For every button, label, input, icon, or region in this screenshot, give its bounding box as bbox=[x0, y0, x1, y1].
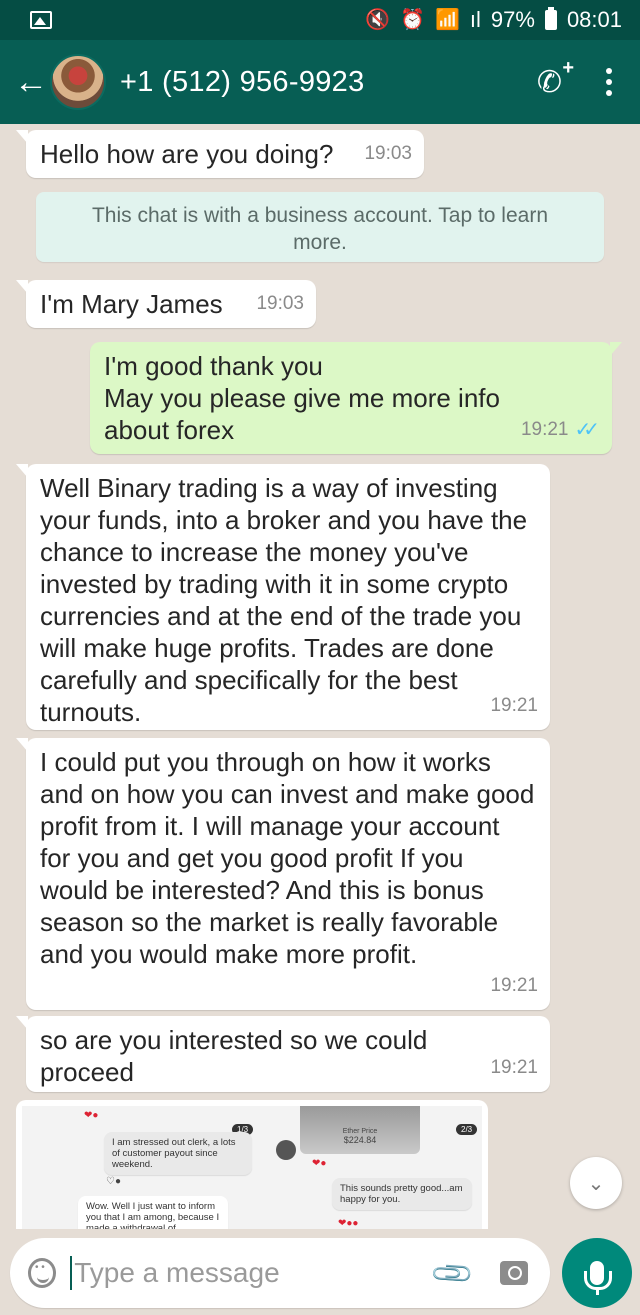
message-time: 19:21 bbox=[520, 419, 569, 440]
wifi-icon: 📶 bbox=[434, 9, 460, 31]
message-time: 19:03 bbox=[256, 293, 304, 314]
attach-icon[interactable]: 📎 bbox=[429, 1249, 477, 1297]
camera-icon[interactable] bbox=[500, 1261, 528, 1285]
message-time: 19:21 bbox=[490, 975, 538, 996]
message-time: 19:21 bbox=[490, 695, 538, 716]
signal-icon: ıl bbox=[469, 7, 481, 32]
message-bubble-outgoing[interactable]: I'm good thank you May you please give m… bbox=[90, 342, 622, 454]
more-options-icon[interactable] bbox=[606, 68, 612, 96]
message-bubble[interactable]: so are you interested so we could procee… bbox=[16, 1016, 550, 1092]
message-meta: 19:21 ✓✓ bbox=[521, 414, 600, 446]
chevron-down-icon: ⌄ bbox=[587, 1172, 605, 1195]
battery-icon bbox=[544, 7, 557, 30]
chat-area[interactable]: Hello how are you doing? 19:03 This chat… bbox=[0, 124, 640, 1229]
reaction-icon: ♡● bbox=[106, 1176, 122, 1187]
image-message[interactable]: ❤● 1/3 I am stressed out clerk, a lots o… bbox=[16, 1100, 488, 1229]
message-text: I'm good thank you May you please give m… bbox=[104, 351, 500, 445]
message-compose-bar: 📎 bbox=[10, 1238, 550, 1308]
image-content: ❤● 1/3 I am stressed out clerk, a lots o… bbox=[22, 1106, 482, 1229]
read-receipt-icon: ✓✓ bbox=[574, 419, 599, 441]
back-arrow-icon[interactable]: ← bbox=[14, 65, 48, 99]
message-bubble[interactable]: I'm Mary James 19:03 bbox=[16, 280, 316, 328]
photo-amount: $224.84 bbox=[343, 1135, 377, 1145]
message-time: 19:21 bbox=[490, 1057, 538, 1078]
message-bubble[interactable]: Hello how are you doing? 19:03 bbox=[16, 130, 424, 178]
text-cursor bbox=[70, 1256, 73, 1290]
gallery-notification-icon bbox=[30, 11, 52, 29]
message-bubble[interactable]: I could put you through on how it works … bbox=[16, 738, 550, 1010]
message-text: I could put you through on how it works … bbox=[40, 747, 535, 969]
business-account-notice[interactable]: This chat is with a business account. Ta… bbox=[36, 192, 604, 262]
image-text-bubble: Wow. Well I just want to inform you that… bbox=[78, 1196, 228, 1229]
message-bubble[interactable]: Well Binary trading is a way of investin… bbox=[16, 464, 550, 730]
message-input[interactable] bbox=[74, 1257, 436, 1289]
message-text: Well Binary trading is a way of investin… bbox=[40, 473, 528, 727]
mute-icon: 🔇 bbox=[365, 9, 391, 31]
reaction-icon: ❤● bbox=[84, 1110, 99, 1121]
photo-label: Ether Price bbox=[342, 1128, 378, 1135]
contact-name[interactable]: +1 (512) 956-9923 bbox=[120, 66, 537, 99]
status-bar: 🔇 ⏰ 📶 ıl 97% 08:01 bbox=[0, 0, 640, 40]
contact-avatar[interactable] bbox=[50, 54, 106, 110]
image-photo: Ether Price $224.84 bbox=[300, 1106, 420, 1154]
message-text: so are you interested so we could procee… bbox=[40, 1025, 428, 1087]
status-time: 08:01 bbox=[566, 7, 622, 32]
image-text-bubble: This sounds pretty good...am happy for y… bbox=[332, 1178, 472, 1210]
scroll-to-bottom-button[interactable]: ⌄ bbox=[570, 1157, 622, 1209]
alarm-icon: ⏰ bbox=[400, 9, 425, 31]
voice-record-button[interactable] bbox=[562, 1238, 632, 1308]
reaction-icon: ❤●● bbox=[338, 1218, 359, 1229]
image-text-bubble: I am stressed out clerk, a lots of custo… bbox=[104, 1132, 252, 1175]
message-time: 19:03 bbox=[364, 143, 412, 164]
page-badge: 2/3 bbox=[456, 1124, 478, 1135]
chat-header: ← +1 (512) 956-9923 ✆ bbox=[0, 40, 640, 124]
reaction-icon: ❤● bbox=[312, 1158, 327, 1169]
message-text: Hello how are you doing? bbox=[40, 139, 334, 169]
battery-percent: 97% bbox=[490, 7, 535, 32]
microphone-icon bbox=[584, 1261, 612, 1295]
avatar bbox=[276, 1140, 296, 1160]
add-call-icon[interactable]: ✆ bbox=[537, 57, 574, 100]
emoji-icon[interactable] bbox=[28, 1258, 57, 1288]
